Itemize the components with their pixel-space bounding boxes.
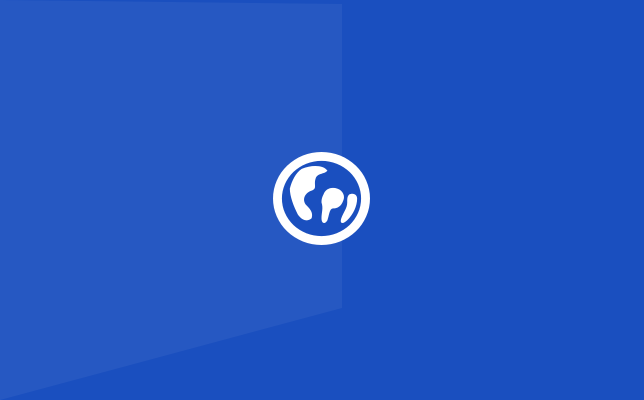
globe-icon <box>272 151 371 246</box>
